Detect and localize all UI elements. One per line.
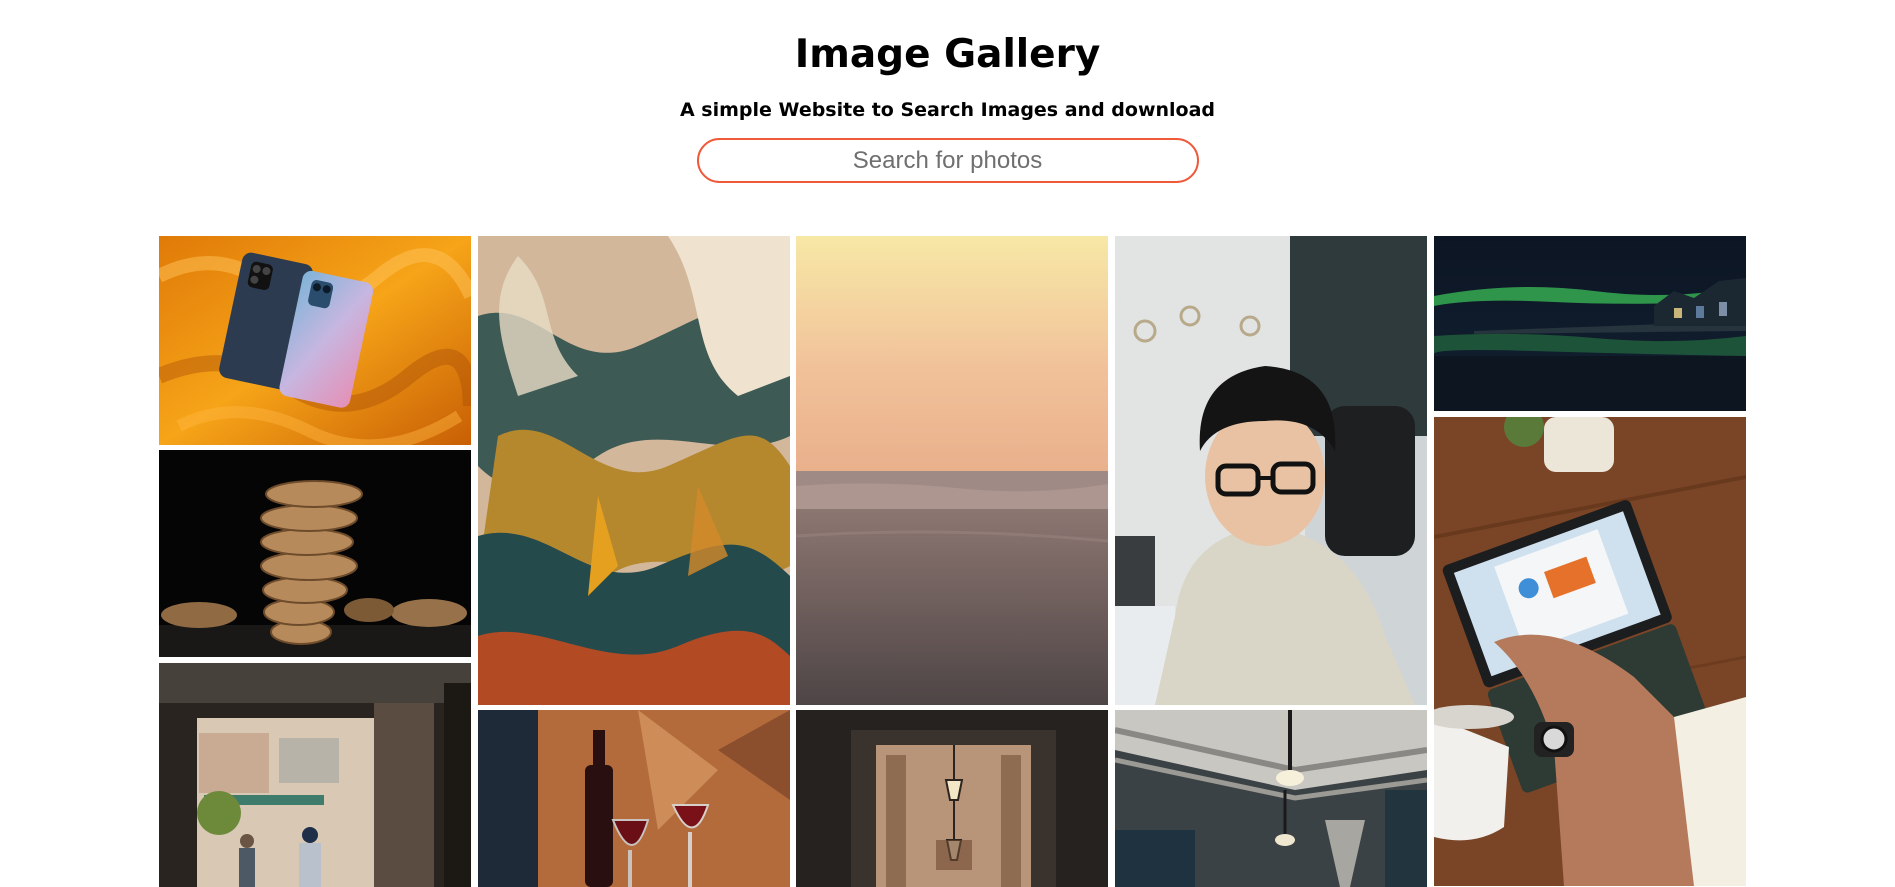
gallery-image-aurora[interactable] <box>1434 236 1746 411</box>
gallery-image-portrait[interactable] <box>1115 236 1427 705</box>
gallery-image-ceiling[interactable] <box>1115 710 1427 887</box>
street-photo-icon <box>159 663 471 887</box>
page-header: Image Gallery A simple Website to Search… <box>0 0 1895 183</box>
gallery-image-wine[interactable] <box>478 710 790 887</box>
gallery-image-cookies[interactable] <box>159 450 471 657</box>
page-title: Image Gallery <box>794 32 1101 77</box>
gallery-image-laptop[interactable] <box>1434 417 1746 886</box>
aurora-photo-icon <box>1434 236 1746 411</box>
beach-photo-icon <box>796 236 1108 705</box>
gallery-image-painting[interactable] <box>478 236 790 705</box>
search-bar <box>0 138 1895 183</box>
portrait-photo-icon <box>1115 236 1427 705</box>
gallery-image-street[interactable] <box>159 663 471 887</box>
gallery-image-beach[interactable] <box>796 236 1108 705</box>
gallery-image-phones[interactable] <box>159 236 471 445</box>
search-input[interactable] <box>696 138 1199 183</box>
gallery-image-corridor[interactable] <box>796 710 1108 887</box>
ceiling-photo-icon <box>1115 710 1427 887</box>
laptop-photo-icon <box>1434 417 1746 886</box>
painting-photo-icon <box>478 236 790 705</box>
corridor-photo-icon <box>796 710 1108 887</box>
wine-photo-icon <box>478 710 790 887</box>
page-subtitle: A simple Website to Search Images and do… <box>679 99 1216 121</box>
cookies-photo-icon <box>159 450 471 657</box>
phones-photo-icon <box>159 236 471 445</box>
